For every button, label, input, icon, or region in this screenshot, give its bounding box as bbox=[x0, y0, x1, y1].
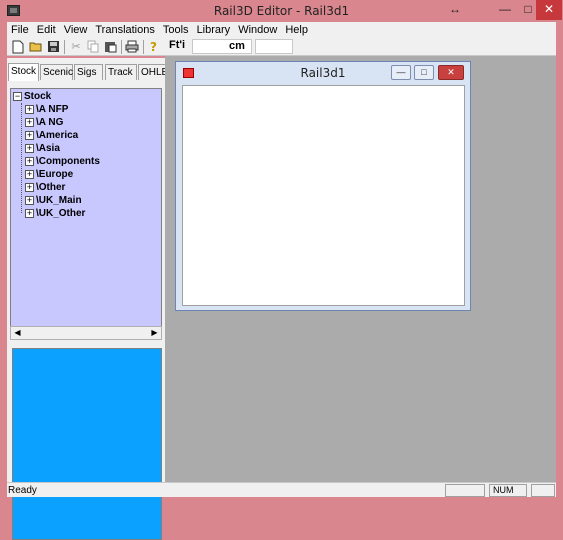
svg-text:?: ? bbox=[150, 40, 157, 54]
menu-edit[interactable]: Edit bbox=[33, 22, 60, 36]
tree-root-stock[interactable]: − Stock bbox=[13, 90, 51, 103]
menu-view[interactable]: View bbox=[60, 22, 92, 36]
tree-root-label: Stock bbox=[24, 91, 52, 102]
tree-item[interactable]: + \UK_Other bbox=[25, 207, 85, 220]
open-folder-icon[interactable] bbox=[29, 40, 43, 54]
menu-translations[interactable]: Translations bbox=[91, 22, 159, 36]
tab-sigs[interactable]: Sigs bbox=[74, 64, 103, 80]
expand-icon[interactable]: + bbox=[25, 208, 34, 218]
expand-icon[interactable]: + bbox=[25, 143, 34, 153]
scroll-left-icon[interactable]: ◀ bbox=[11, 327, 24, 339]
expand-icon[interactable]: + bbox=[25, 169, 34, 179]
status-pane bbox=[531, 484, 555, 497]
tree-item-label: \Europe bbox=[36, 169, 74, 180]
tab-track[interactable]: Track bbox=[105, 64, 137, 80]
feet-inches-toggle[interactable]: Ft'i bbox=[169, 39, 185, 51]
tree-item[interactable]: + \Components bbox=[25, 155, 100, 168]
window-titlebar[interactable]: Rail3D Editor - Rail3d1 ↔ — □ ✕ bbox=[0, 0, 563, 22]
expand-icon[interactable]: + bbox=[25, 182, 34, 192]
tree-item-label: \A NFP bbox=[36, 104, 69, 115]
document-maximize-button[interactable]: □ bbox=[414, 65, 434, 80]
status-pane bbox=[445, 484, 485, 497]
tree-item-label: \Components bbox=[36, 156, 100, 167]
stock-tree: − Stock + \A NFP + \A NG + \America + \Asia +… bbox=[10, 88, 162, 333]
new-file-icon[interactable] bbox=[11, 40, 25, 54]
close-button[interactable]: ✕ bbox=[536, 0, 562, 20]
tree-item-label: \Other bbox=[36, 182, 66, 193]
tree-item[interactable]: + \A NFP bbox=[25, 103, 68, 116]
menu-window[interactable]: Window bbox=[234, 22, 281, 36]
tree-item[interactable]: + \America bbox=[25, 129, 78, 142]
tree-item-label: \America bbox=[36, 130, 79, 141]
tree-item[interactable]: + \UK_Main bbox=[25, 194, 82, 207]
cut-icon[interactable]: ✂ bbox=[69, 40, 83, 54]
help-icon[interactable]: ? bbox=[147, 40, 161, 54]
menu-help[interactable]: Help bbox=[281, 22, 312, 36]
menu-library[interactable]: Library bbox=[193, 22, 235, 36]
expand-icon[interactable]: + bbox=[25, 117, 34, 127]
expand-icon[interactable]: + bbox=[25, 130, 34, 140]
library-tabs: Stock Scenic Sigs Track OHLE bbox=[7, 63, 170, 81]
num-lock-indicator: NUM bbox=[489, 484, 527, 497]
tree-item[interactable]: + \Europe bbox=[25, 168, 73, 181]
document-titlebar[interactable]: Rail3d1 — □ ✕ bbox=[176, 62, 470, 84]
status-bar: Ready NUM bbox=[7, 482, 556, 497]
window-title: Rail3D Editor - Rail3d1 bbox=[213, 4, 350, 18]
library-panel: Stock Scenic Sigs Track OHLE − Stock + \A … bbox=[7, 58, 170, 540]
tree-item-label: \A NG bbox=[36, 117, 64, 128]
menu-bar: File Edit View Translations Tools Library Wind… bbox=[7, 22, 556, 38]
tab-scenic[interactable]: Scenic bbox=[40, 64, 73, 80]
tree-horizontal-scrollbar[interactable]: ◀ ▶ bbox=[10, 326, 162, 340]
scroll-right-icon[interactable]: ▶ bbox=[148, 327, 161, 339]
toolbar-value-box bbox=[255, 39, 293, 54]
save-icon[interactable] bbox=[46, 40, 60, 54]
toolbar: ✂ ? Ft'i cm bbox=[7, 38, 556, 56]
document-minimize-button[interactable]: — bbox=[391, 65, 411, 80]
print-icon[interactable] bbox=[125, 40, 139, 54]
resize-arrows-icon: ↔ bbox=[449, 2, 461, 16]
unit-label: cm bbox=[229, 40, 245, 52]
expand-icon[interactable]: + bbox=[25, 104, 34, 114]
expand-icon[interactable]: + bbox=[25, 195, 34, 205]
tree-item[interactable]: + \A NG bbox=[25, 116, 63, 129]
tree-item-label: \Asia bbox=[36, 143, 60, 154]
stock-preview bbox=[12, 348, 162, 540]
minimize-button[interactable]: — bbox=[493, 0, 517, 20]
collapse-icon[interactable]: − bbox=[13, 91, 22, 101]
tree-item-label: \UK_Main bbox=[36, 195, 82, 206]
tab-stock[interactable]: Stock bbox=[8, 63, 39, 81]
menu-file[interactable]: File bbox=[7, 22, 33, 36]
document-canvas[interactable] bbox=[182, 85, 465, 306]
status-text: Ready bbox=[8, 485, 37, 496]
tree-item[interactable]: + \Other bbox=[25, 181, 65, 194]
tree-item-label: \UK_Other bbox=[36, 208, 86, 219]
document-window[interactable]: Rail3d1 — □ ✕ bbox=[175, 61, 471, 311]
menu-tools[interactable]: Tools bbox=[159, 22, 193, 36]
expand-icon[interactable]: + bbox=[25, 156, 34, 166]
tree-item[interactable]: + \Asia bbox=[25, 142, 60, 155]
document-close-button[interactable]: ✕ bbox=[438, 65, 464, 80]
copy-icon[interactable] bbox=[86, 40, 100, 54]
paste-icon[interactable] bbox=[103, 40, 117, 54]
